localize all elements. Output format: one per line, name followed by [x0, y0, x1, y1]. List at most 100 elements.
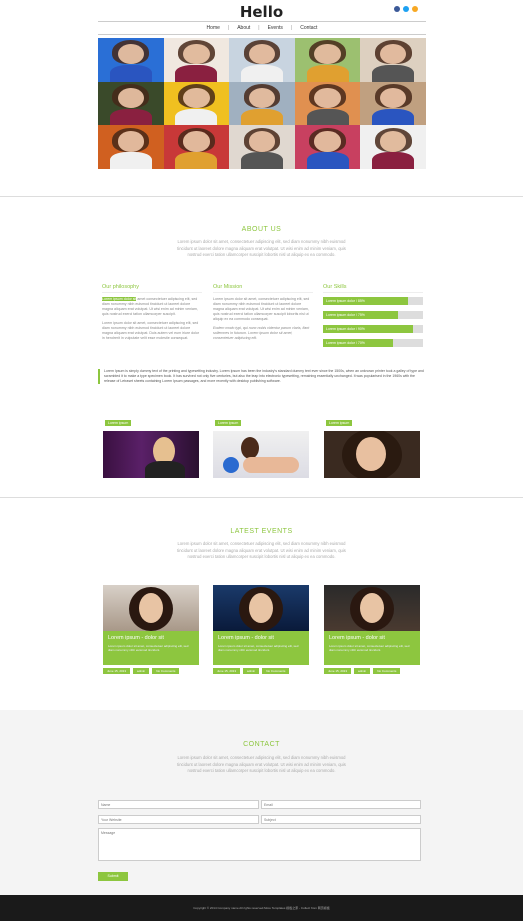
gallery-photo[interactable] [294, 81, 361, 126]
person-head-shape [314, 131, 341, 152]
gallery-photo[interactable] [98, 38, 164, 82]
person-body-shape [240, 108, 283, 126]
event-date-button[interactable]: June 15, 2013 [103, 668, 131, 674]
team-photo[interactable] [103, 431, 199, 478]
website-field[interactable]: Your Website [98, 815, 259, 824]
gallery-photo[interactable] [163, 38, 230, 82]
event-title[interactable]: Lorem ipsum - dolor sit [218, 635, 304, 641]
gallery-photo[interactable] [98, 81, 164, 126]
person-head-shape [117, 131, 144, 152]
nav-separator: | [290, 25, 293, 31]
event-info: Lorem ipsum - dolor sit Lorem ipsum dolor… [324, 631, 420, 665]
gallery-photo[interactable] [163, 125, 230, 169]
nav-about[interactable]: About [237, 25, 250, 31]
gallery-photo[interactable] [163, 81, 230, 126]
about-intro: Lorem ipsum dolor sit amet, consectetuer… [177, 239, 346, 257]
event-comments-button[interactable]: No Comments [262, 668, 290, 674]
rss-icon[interactable] [412, 6, 418, 12]
event-comments-button[interactable]: No Comments [373, 668, 401, 674]
event-info: Lorem ipsum - dolor sit Lorem ipsum dolor… [213, 631, 309, 665]
name-field[interactable]: Name [98, 800, 259, 809]
person-head-shape [380, 87, 407, 108]
team-card: Lorem ipsum [103, 411, 199, 478]
twitter-icon[interactable] [403, 6, 409, 12]
person-body-shape [175, 65, 218, 82]
gallery-photo[interactable] [98, 125, 164, 169]
nav-separator: | [258, 25, 260, 31]
skill-bar-label: Lorem ipsum dolor / 70% [326, 341, 365, 345]
person-body-shape [109, 152, 152, 169]
person-head-shape [183, 44, 210, 65]
event-card: Lorem ipsum - dolor sit Lorem ipsum dolor… [213, 585, 309, 674]
event-description: Lorem ipsum dolor sit amet, consectetuer… [108, 644, 189, 652]
nav-contact[interactable]: Contact [300, 25, 317, 31]
event-author-button[interactable]: admin [133, 668, 150, 674]
gallery-photo[interactable] [229, 125, 295, 169]
event-author-button[interactable]: admin [243, 668, 260, 674]
facebook-icon[interactable] [394, 6, 400, 12]
team-photo[interactable] [213, 431, 309, 478]
gallery-photo[interactable] [229, 81, 295, 126]
event-photo[interactable] [213, 585, 309, 631]
gallery-photo[interactable] [360, 125, 426, 169]
skill-bar-label: Lorem ipsum dolor / 85% [326, 299, 365, 303]
person-body-shape [175, 152, 218, 169]
person-head-shape [241, 437, 259, 459]
photo-gallery [98, 38, 426, 169]
person-head-shape [249, 593, 273, 623]
subject-field[interactable]: Subject [261, 815, 421, 824]
skill-bar: Lorem ipsum dolor / 70% [323, 339, 423, 347]
event-photo[interactable] [324, 585, 420, 631]
submit-button[interactable]: Submit [98, 872, 128, 881]
team-photo[interactable] [324, 431, 420, 478]
event-title[interactable]: Lorem ipsum - dolor sit [329, 635, 415, 641]
person-body-shape [306, 108, 349, 126]
event-photo[interactable] [103, 585, 199, 631]
person-body-shape [372, 108, 415, 126]
skill-bar: Lorem ipsum dolor / 85% [323, 297, 423, 305]
event-date-button[interactable]: June 15, 2013 [213, 668, 241, 674]
gallery-photo[interactable] [229, 38, 295, 82]
person-body-shape [306, 65, 349, 82]
nav-separator: | [227, 25, 230, 31]
event-comments-button[interactable]: No Comments [152, 668, 180, 674]
skills-column: Our Skills Lorem ipsum dolor / 85% Lorem … [323, 284, 423, 353]
about-title: ABOUT US [241, 226, 282, 233]
contact-title: CONTACT [243, 741, 280, 748]
person-head-shape [380, 131, 407, 152]
event-description: Lorem ipsum dolor sit amet, consectetuer… [329, 644, 410, 652]
gallery-photo[interactable] [294, 125, 361, 169]
mission-text: Lorem ipsum dolor sit amet, consectetuer… [213, 297, 310, 321]
events-title: LATEST EVENTS [230, 528, 293, 535]
person-head-shape [360, 593, 384, 623]
philosophy-text: Lorem ipsum dolor sit amet consectetuer … [102, 297, 202, 317]
philosophy-text-2: Lorem ipsum dolor sit amet, consectetuer… [102, 321, 200, 340]
person-head-shape [314, 44, 341, 65]
nav-home[interactable]: Home [207, 25, 220, 31]
event-title[interactable]: Lorem ipsum - dolor sit [108, 635, 194, 641]
person-head-shape [248, 131, 276, 152]
event-author-button[interactable]: admin [354, 668, 371, 674]
person-body-shape [109, 65, 152, 82]
skill-bar-label: Lorem ipsum dolor / 75% [326, 313, 365, 317]
gallery-photo[interactable] [360, 81, 426, 126]
gallery-photo[interactable] [294, 38, 361, 82]
email-field[interactable]: Email [261, 800, 421, 809]
gallery-photo[interactable] [360, 38, 426, 82]
mission-title: Our Mission [213, 284, 313, 293]
logo[interactable]: Hello [0, 3, 523, 21]
team-card: Lorem ipsum [213, 411, 309, 478]
person-body-shape [306, 152, 349, 169]
person-body-shape [240, 152, 283, 169]
message-textarea[interactable]: Message [98, 828, 421, 861]
contact-intro: Lorem ipsum dolor sit amet, consectetuer… [177, 755, 346, 773]
event-date-button[interactable]: June 15, 2013 [324, 668, 352, 674]
about-quote: Lorem Ipsum is simply dummy text of the … [98, 369, 426, 384]
person-body-shape [175, 108, 218, 126]
nav-events[interactable]: Events [268, 25, 283, 31]
events-intro: Lorem ipsum dolor sit amet, consectetuer… [177, 541, 346, 559]
person-body-shape [145, 461, 185, 478]
skills-title: Our Skills [323, 284, 423, 293]
page: Hello Home | About | Events | Contact AB… [0, 0, 523, 921]
person-head-shape [117, 44, 144, 65]
